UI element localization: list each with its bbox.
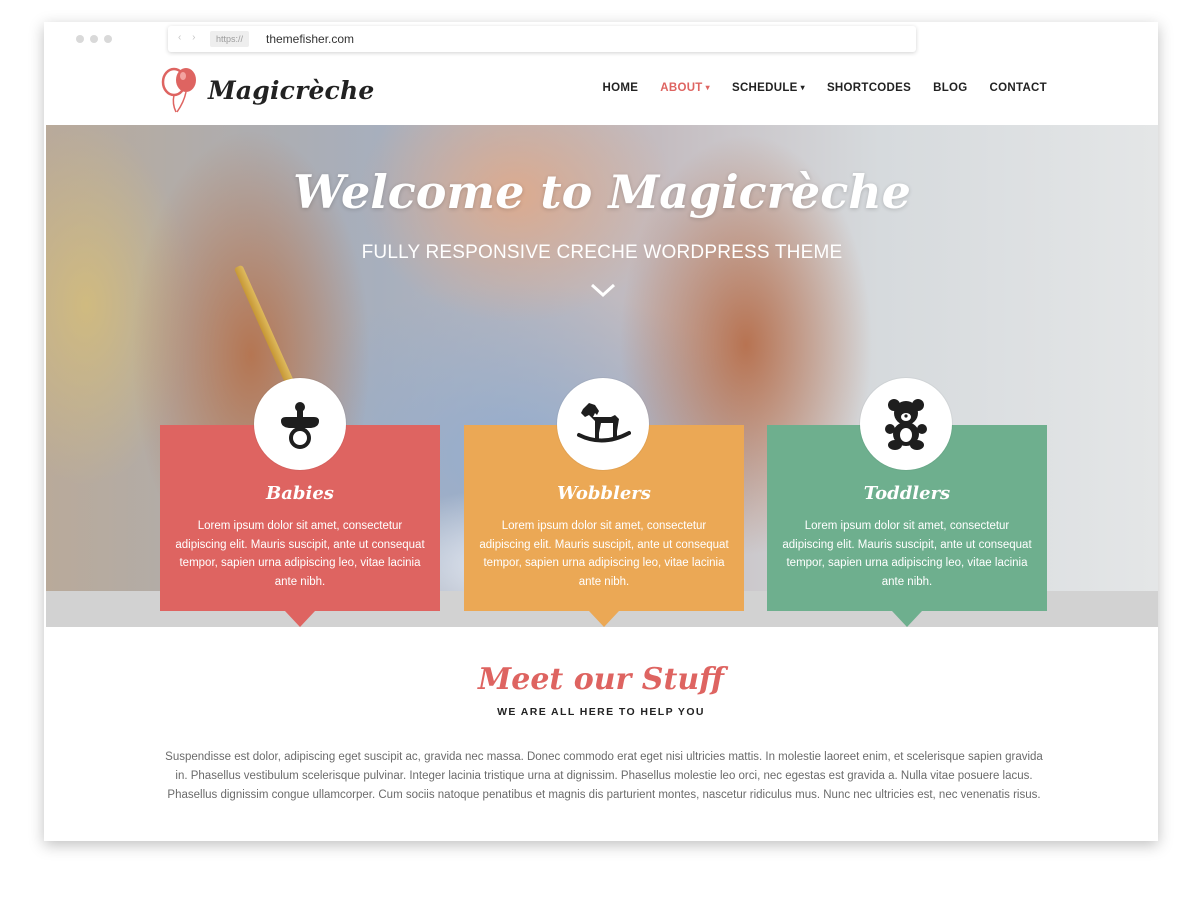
chevron-down-icon: ▾ bbox=[800, 83, 805, 92]
main-nav: HOME ABOUT ▾ SCHEDULE ▾ SHORTCODES BLOG CO… bbox=[603, 82, 1047, 94]
window-dot[interactable] bbox=[90, 35, 98, 43]
feature-icon-circle bbox=[557, 378, 649, 470]
section-subtitle: WE ARE ALL HERE TO HELP YOU bbox=[497, 706, 705, 718]
feature-icon-circle bbox=[860, 378, 952, 470]
feature-title: Wobblers bbox=[557, 483, 651, 504]
feature-text: Lorem ipsum dolor sit amet, consectetur … bbox=[782, 520, 1032, 588]
hero-title: Welcome to Magicrèche bbox=[293, 165, 911, 219]
nav-about[interactable]: ABOUT ▾ bbox=[660, 82, 710, 94]
section-body-text: Suspendisse est dolor, adipiscing eget s… bbox=[165, 751, 1043, 801]
feature-pointer bbox=[589, 611, 619, 627]
address-bar[interactable]: ‹ › https:// themefisher.com bbox=[168, 26, 916, 52]
nav-label: SHORTCODES bbox=[826, 82, 912, 94]
nav-label: CONTACT bbox=[989, 82, 1047, 94]
feature-text: Lorem ipsum dolor sit amet, consectetur … bbox=[175, 520, 425, 588]
feature-title: Babies bbox=[266, 483, 334, 504]
nav-label: ABOUT bbox=[660, 82, 703, 94]
nav-shortcodes[interactable]: SHORTCODES bbox=[827, 82, 911, 94]
pacifier-icon bbox=[281, 402, 319, 449]
window-controls bbox=[76, 35, 112, 43]
feature-pointer bbox=[285, 611, 315, 627]
back-forward-icon[interactable]: ‹ › bbox=[178, 32, 199, 43]
rocking-horse-icon bbox=[577, 403, 631, 443]
url-protocol: https:// bbox=[210, 31, 250, 47]
url-host[interactable]: themefisher.com bbox=[266, 31, 354, 47]
feature-title: Toddlers bbox=[863, 483, 951, 504]
feature-text: Lorem ipsum dolor sit amet, consectetur … bbox=[479, 520, 729, 588]
chevron-down-icon: ▾ bbox=[705, 83, 710, 92]
balloons-icon bbox=[161, 67, 196, 113]
window-dot[interactable] bbox=[76, 35, 84, 43]
nav-schedule[interactable]: SCHEDULE ▾ bbox=[732, 82, 805, 94]
site-logo[interactable]: Magicrèche bbox=[160, 66, 374, 114]
nav-label: SCHEDULE bbox=[731, 82, 798, 94]
nav-home[interactable]: HOME bbox=[603, 82, 639, 94]
browser-window: ‹ › https:// themefisher.com Magicrèche … bbox=[44, 22, 1158, 841]
window-dot[interactable] bbox=[104, 35, 112, 43]
logo-text: Magicrèche bbox=[208, 75, 375, 105]
nav-label: BLOG bbox=[933, 82, 968, 94]
feature-icon-circle bbox=[254, 378, 346, 470]
section-title: Meet our Stuff bbox=[478, 662, 724, 697]
nav-label: HOME bbox=[602, 82, 639, 94]
teddy-bear-icon bbox=[885, 399, 927, 450]
nav-blog[interactable]: BLOG bbox=[933, 82, 967, 94]
chevron-down-icon[interactable] bbox=[589, 281, 617, 299]
hero-subtitle: FULLY RESPONSIVE CRECHE WORDPRESS THEME bbox=[361, 242, 843, 263]
feature-pointer bbox=[892, 611, 922, 627]
nav-contact[interactable]: CONTACT bbox=[990, 82, 1047, 94]
